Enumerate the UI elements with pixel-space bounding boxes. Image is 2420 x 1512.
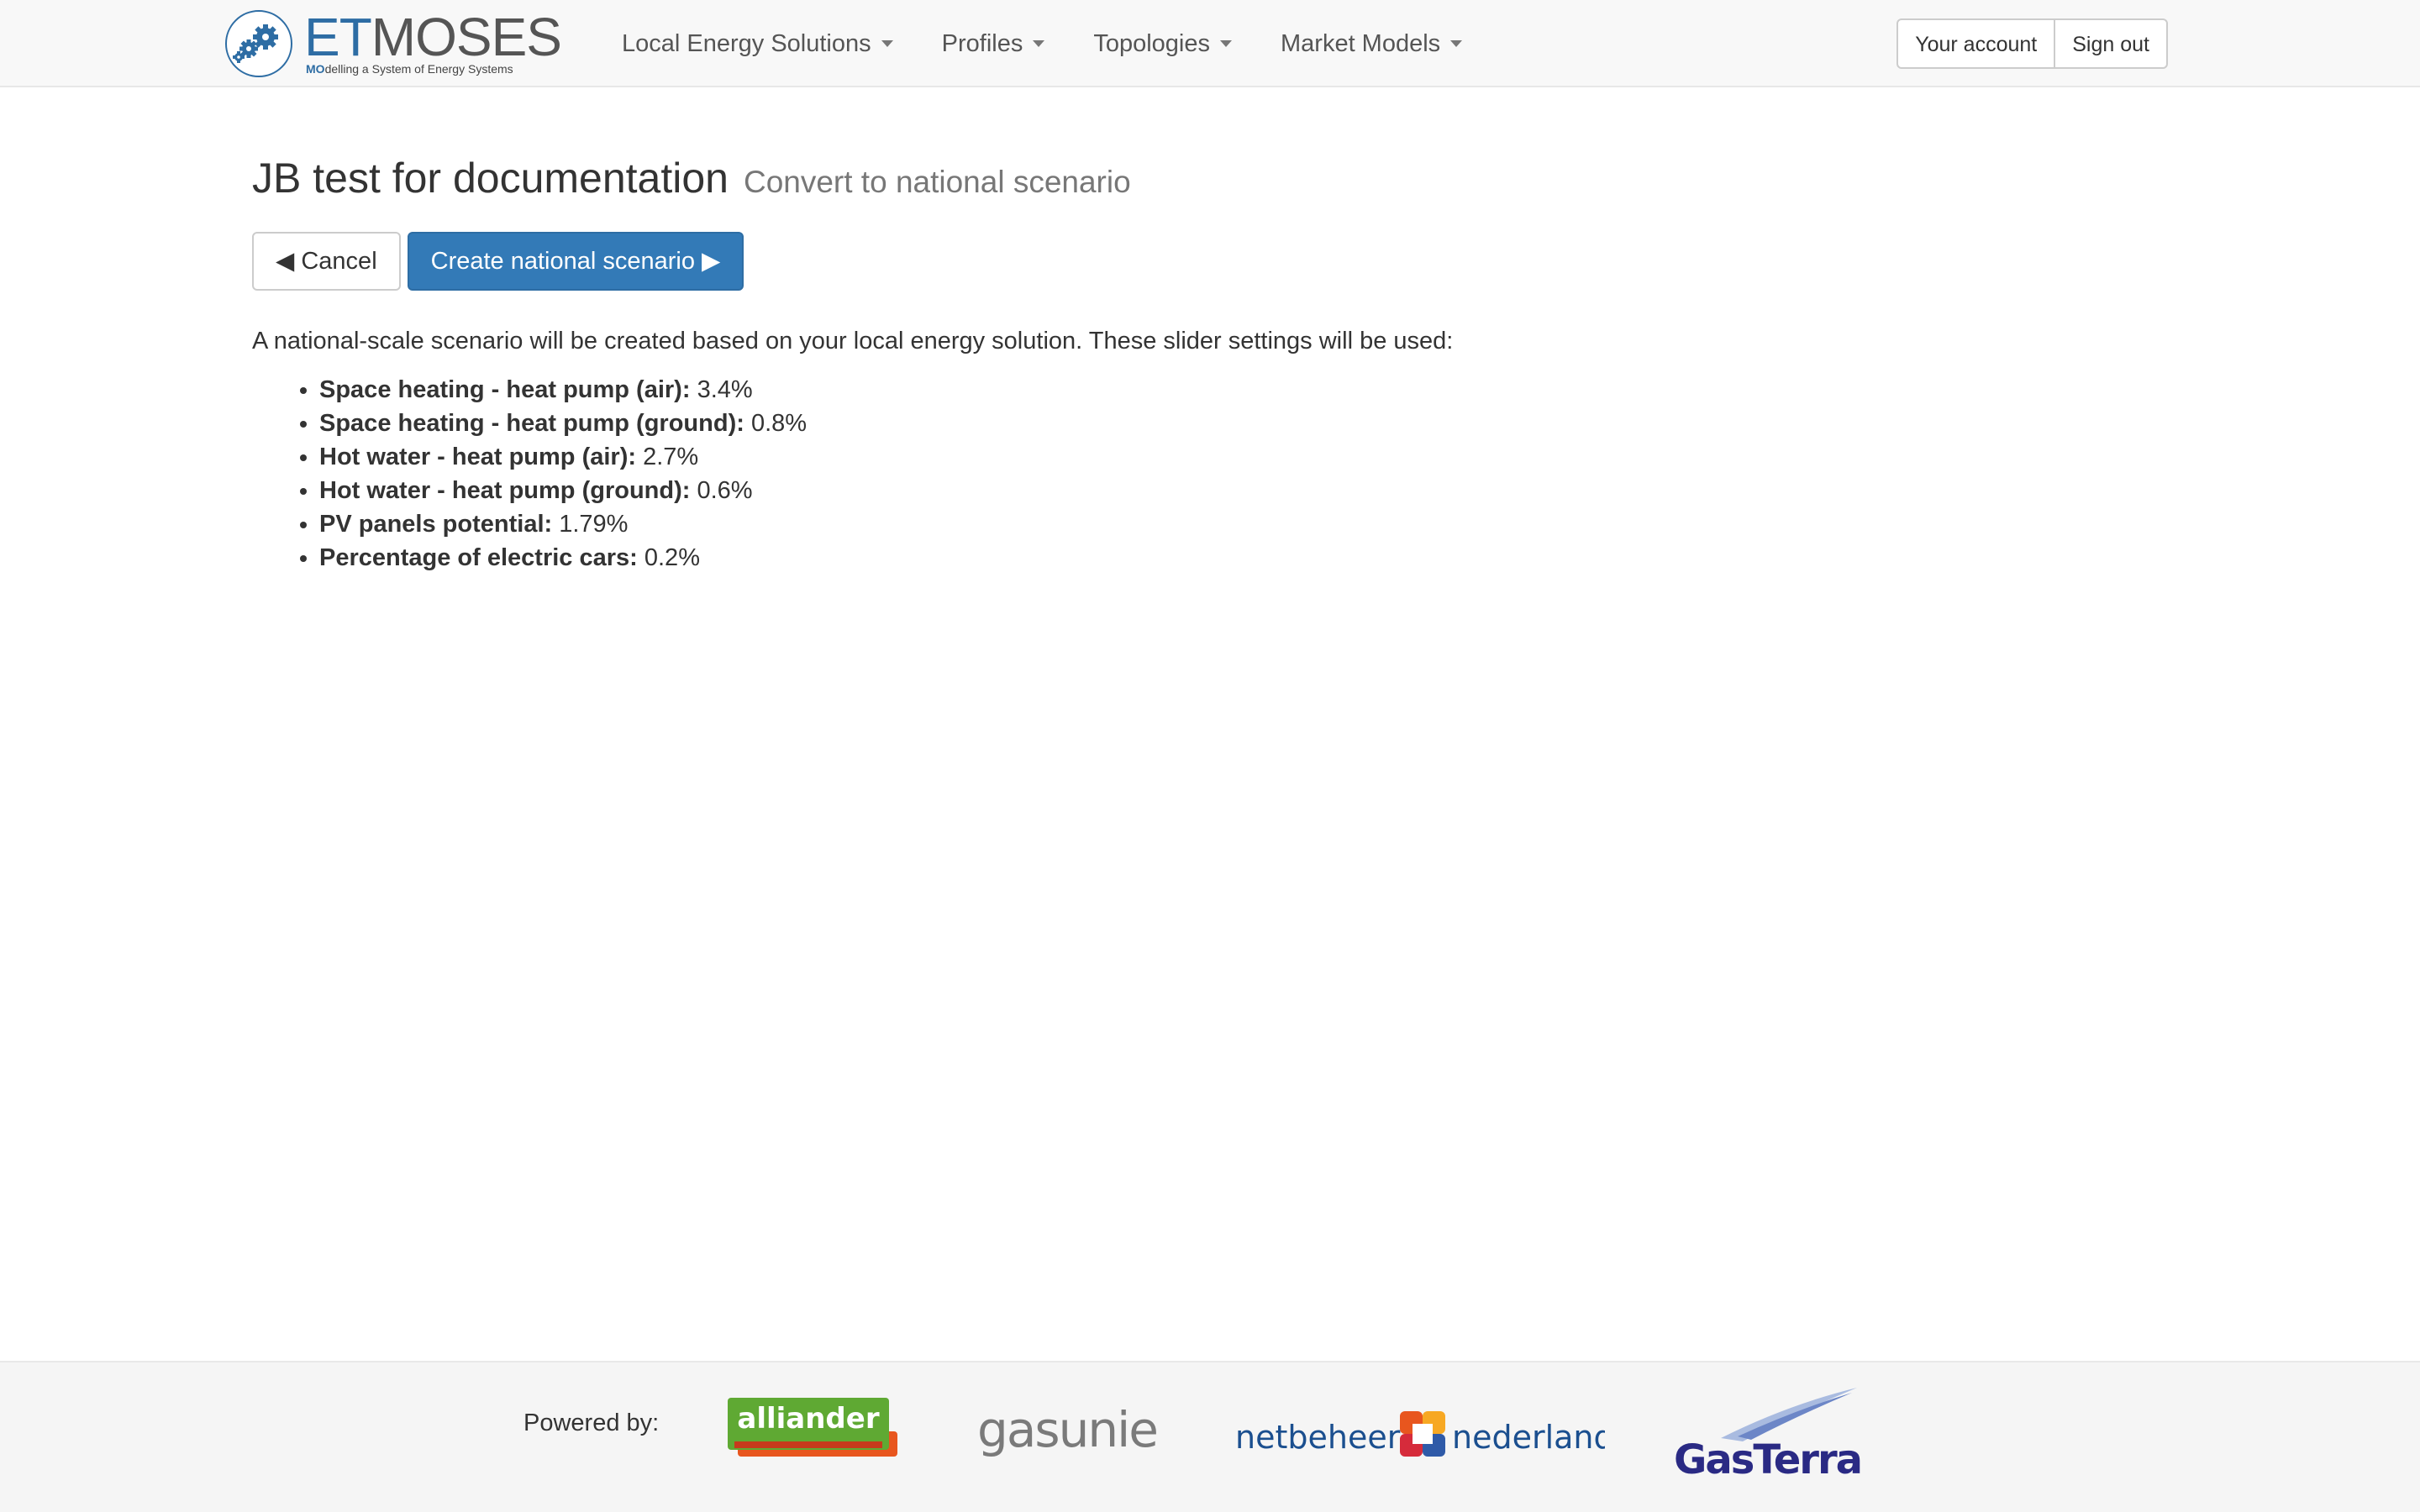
list-item: Hot water - heat pump (air): 2.7% xyxy=(319,440,2168,474)
svg-text:alliander: alliander xyxy=(737,1402,879,1436)
gasunie-logo-icon: gasunie xyxy=(977,1401,1159,1458)
nav-market-models[interactable]: Market Models xyxy=(1281,30,1463,58)
main-nav: Local Energy Solutions Profiles Topologi… xyxy=(622,0,1511,87)
list-item: Percentage of electric cars: 0.2% xyxy=(319,541,2168,575)
list-item: PV panels potential: 1.79% xyxy=(319,507,2168,541)
brand-tagline: MOdelling a System of Energy Systems xyxy=(306,62,513,76)
caret-down-icon xyxy=(1033,40,1045,47)
nav-local-energy-solutions[interactable]: Local Energy Solutions xyxy=(622,30,893,58)
nav-topologies[interactable]: Topologies xyxy=(1093,30,1232,58)
svg-text:gasunie: gasunie xyxy=(977,1403,1157,1458)
caret-down-icon xyxy=(1220,40,1232,47)
gasterra-logo-icon: GasTerra xyxy=(1674,1388,1863,1483)
action-buttons: ◀ Cancel Create national scenario ▶ xyxy=(252,232,2168,291)
slider-settings-list: Space heating - heat pump (air): 3.4% Sp… xyxy=(252,373,2168,575)
caret-down-icon xyxy=(1450,40,1463,47)
account-button-group: Your account Sign out xyxy=(1897,18,2168,69)
svg-text:nederland: nederland xyxy=(1452,1419,1605,1456)
brand-logo-link[interactable]: ETMOSES MOdelling a System of Energy Sys… xyxy=(224,7,568,81)
intro-text: A national-scale scenario will be create… xyxy=(252,328,1454,354)
brand-text: ETMOSES MOdelling a System of Energy Sys… xyxy=(304,8,565,79)
svg-text:netbeheer: netbeheer xyxy=(1235,1419,1401,1456)
footer: Powered by: alliander gasunie netbeheer … xyxy=(0,1361,2420,1512)
create-national-scenario-button[interactable]: Create national scenario ▶ xyxy=(407,232,744,291)
sign-out-button[interactable]: Sign out xyxy=(2054,18,2168,69)
netbeheer-nederland-logo[interactable]: netbeheer nederland xyxy=(1235,1404,1614,1472)
gears-logo-icon xyxy=(225,10,292,77)
alliander-logo-icon: alliander xyxy=(728,1398,897,1457)
gasunie-logo[interactable]: gasunie xyxy=(968,1401,1166,1470)
list-item: Hot water - heat pump (ground): 0.6% xyxy=(319,474,2168,507)
list-item: Space heating - heat pump (ground): 0.8% xyxy=(319,407,2168,440)
powered-by-label: Powered by: xyxy=(523,1410,660,1436)
main-content: JB test for documentation Convert to nati… xyxy=(252,126,2168,575)
netbeheer-nederland-logo-icon: netbeheer nederland xyxy=(1235,1411,1614,1457)
page-subtitle: Convert to national scenario xyxy=(743,165,1131,199)
brand-name: ETMOSES xyxy=(304,7,562,67)
your-account-button[interactable]: Your account xyxy=(1897,18,2056,69)
gasterra-logo[interactable]: GasTerra xyxy=(1670,1388,1864,1488)
list-item: Space heating - heat pump (air): 3.4% xyxy=(319,373,2168,407)
navbar: ETMOSES MOdelling a System of Energy Sys… xyxy=(0,0,2420,87)
alliander-logo[interactable]: alliander xyxy=(728,1398,899,1467)
page-title: JB test for documentation Convert to nati… xyxy=(252,155,1131,202)
cancel-button[interactable]: ◀ Cancel xyxy=(252,232,401,291)
svg-text:GasTerra: GasTerra xyxy=(1674,1436,1861,1483)
caret-down-icon xyxy=(881,40,893,47)
nav-profiles[interactable]: Profiles xyxy=(942,30,1045,58)
